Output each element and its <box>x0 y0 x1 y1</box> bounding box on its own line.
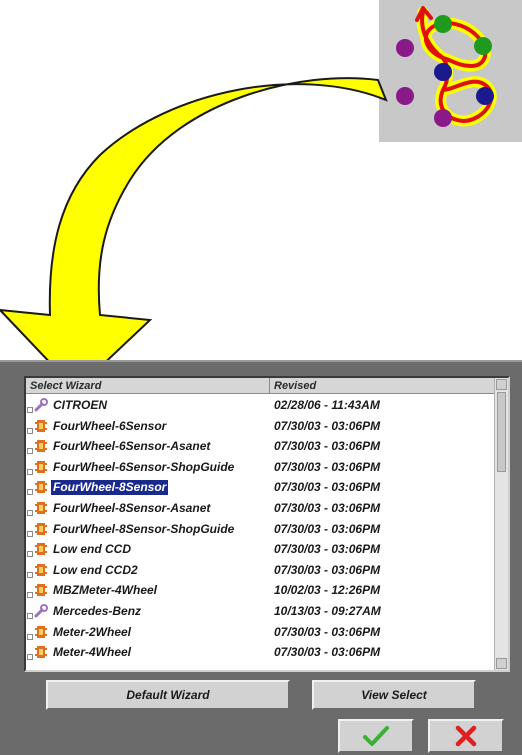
wizard-name: Low end CCD2 <box>53 562 138 577</box>
revised-date: 10/13/03 - 09:27AM <box>274 603 381 618</box>
wrench-icon <box>34 398 48 412</box>
wizard-name: FourWheel-6Sensor-ShopGuide <box>53 459 235 474</box>
revised-date: 07/30/03 - 03:06PM <box>274 480 381 495</box>
sensor-icon <box>35 460 47 473</box>
sensor-icon <box>35 584 47 597</box>
sensor-icon <box>35 501 47 514</box>
vertical-scrollbar[interactable] <box>494 378 508 670</box>
expander-box[interactable] <box>27 468 33 475</box>
expander-box[interactable] <box>27 448 33 455</box>
revised-date: 07/30/03 - 03:06PM <box>274 624 381 639</box>
cancel-button[interactable] <box>428 719 504 753</box>
wizard-select-panel: Select Wizard Revised CITROEN 02/28/06 - … <box>0 360 522 755</box>
sensor-icon <box>35 646 47 659</box>
list-item[interactable]: FourWheel-6Sensor-ShopGuide 07/30/03 - 03… <box>26 457 496 478</box>
column-header-revised[interactable]: Revised <box>270 378 496 394</box>
list-item[interactable]: CITROEN 02/28/06 - 11:43AM <box>26 395 496 416</box>
ok-button[interactable] <box>338 719 414 753</box>
list-item[interactable]: Low end CCD 07/30/03 - 03:06PM <box>26 539 496 560</box>
scroll-up-button[interactable] <box>496 379 507 390</box>
revised-date: 07/30/03 - 03:06PM <box>274 459 381 474</box>
wrench-icon <box>34 603 48 618</box>
sensor-icon <box>35 440 47 453</box>
revised-date: 02/28/06 - 11:43AM <box>274 398 380 412</box>
expander-box[interactable] <box>27 489 33 496</box>
revised-date: 10/02/03 - 12:26PM <box>274 583 381 598</box>
list-item[interactable]: Mercedes-Benz 10/13/03 - 09:27AM <box>26 601 496 622</box>
list-header: Select Wizard Revised <box>26 378 496 394</box>
wizard-name: FourWheel-8Sensor-ShopGuide <box>53 521 235 536</box>
wizard-name: Meter-2Wheel <box>53 624 132 639</box>
revised-date: 07/30/03 - 03:06PM <box>274 562 381 577</box>
expander-box[interactable] <box>27 654 33 661</box>
column-header-name[interactable]: Select Wizard <box>26 378 270 394</box>
sensor-icon <box>35 481 47 494</box>
list-rows: CITROEN 02/28/06 - 11:43AM FourWheel-6Sens… <box>26 395 496 663</box>
list-item[interactable]: FourWheel-8Sensor-Asanet 07/30/03 - 03:06… <box>26 498 496 519</box>
expander-box[interactable] <box>27 592 33 599</box>
list-item[interactable]: Meter-4Wheel 07/30/03 - 03:06PM <box>26 642 496 663</box>
revised-date: 07/30/03 - 03:06PM <box>274 500 381 515</box>
list-item[interactable]: FourWheel-6Sensor-Asanet 07/30/03 - 03:06… <box>26 436 496 457</box>
list-item[interactable]: FourWheel-8Sensor-ShopGuide 07/30/03 - 03… <box>26 519 496 540</box>
expander-box[interactable] <box>27 509 33 516</box>
revised-date: 07/30/03 - 03:06PM <box>274 645 381 660</box>
view-select-button[interactable]: View Select <box>312 680 476 710</box>
revised-date: 07/30/03 - 03:06PM <box>274 418 381 433</box>
curved-arrow-icon <box>0 77 388 390</box>
list-item[interactable]: Low end CCD2 07/30/03 - 03:06PM <box>26 560 496 581</box>
wizard-name: FourWheel-6Sensor-Asanet <box>53 439 211 454</box>
default-wizard-button[interactable]: Default Wizard <box>46 680 290 710</box>
revised-date: 07/30/03 - 03:06PM <box>274 542 381 557</box>
wizard-name: Meter-4Wheel <box>53 645 132 660</box>
list-item[interactable]: MBZMeter-4Wheel 10/02/03 - 12:26PM <box>26 580 496 601</box>
expander-box[interactable] <box>27 571 33 578</box>
wizard-name: FourWheel-8Sensor <box>49 479 170 497</box>
wizard-name: MBZMeter-4Wheel <box>53 583 158 598</box>
wizard-name: Mercedes-Benz <box>53 603 142 618</box>
scroll-thumb[interactable] <box>497 392 506 472</box>
revised-date: 07/30/03 - 03:06PM <box>274 439 381 454</box>
expander-box[interactable] <box>27 407 33 413</box>
sensor-icon <box>35 543 47 556</box>
checkmark-icon <box>363 726 389 746</box>
wizard-name: FourWheel-6Sensor <box>53 418 167 433</box>
wizard-name: CITROEN <box>53 398 107 412</box>
sensor-icon <box>35 563 47 576</box>
revised-date: 07/30/03 - 03:06PM <box>274 521 381 536</box>
sensor-icon <box>35 522 47 535</box>
sensor-icon <box>35 419 47 432</box>
list-item[interactable]: FourWheel-6Sensor 07/30/03 - 03:06PM <box>26 416 496 437</box>
wizard-list[interactable]: Select Wizard Revised CITROEN 02/28/06 - … <box>24 376 510 672</box>
list-item[interactable]: Meter-2Wheel 07/30/03 - 03:06PM <box>26 622 496 643</box>
expander-box[interactable] <box>27 530 33 537</box>
list-item[interactable]: FourWheel-8Sensor 07/30/03 - 03:06PM <box>26 477 496 498</box>
sensor-icon <box>35 625 47 638</box>
x-icon <box>455 725 477 747</box>
scroll-down-button[interactable] <box>496 658 507 669</box>
wizard-name: Low end CCD <box>53 542 131 557</box>
expander-box[interactable] <box>27 633 33 640</box>
expander-box[interactable] <box>27 551 33 558</box>
wizard-name: FourWheel-8Sensor-Asanet <box>53 500 211 515</box>
expander-box[interactable] <box>27 427 33 434</box>
expander-box[interactable] <box>27 612 33 619</box>
